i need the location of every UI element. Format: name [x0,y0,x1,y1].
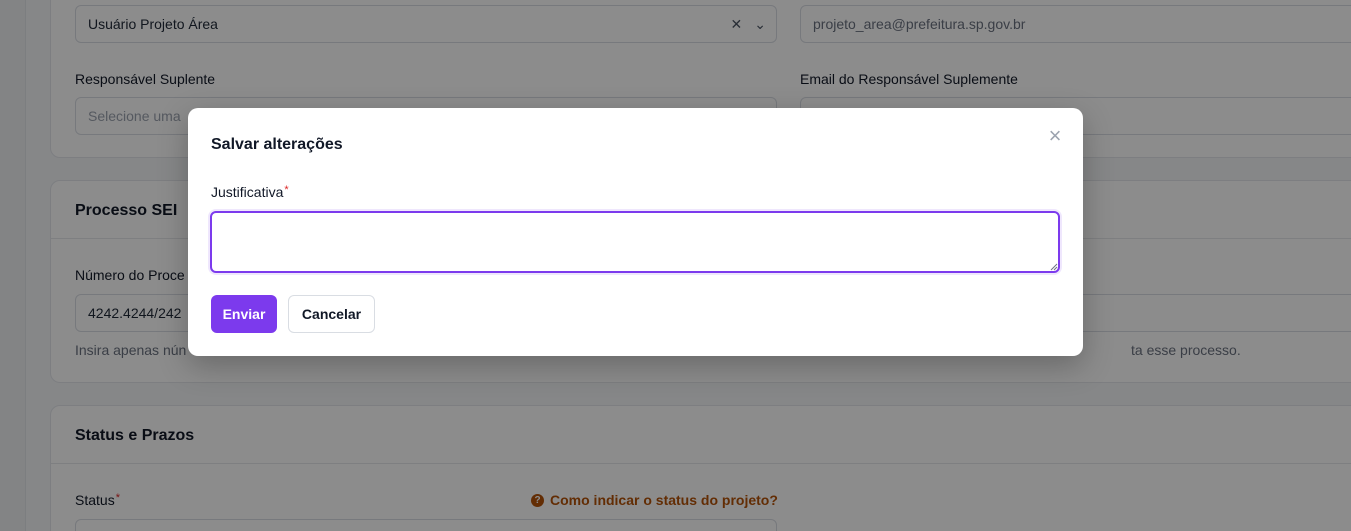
required-mark: * [284,184,289,196]
resize-grip-icon[interactable] [1050,263,1058,271]
enviar-button[interactable]: Enviar [211,295,277,333]
justificativa-textarea[interactable] [210,211,1060,273]
justificativa-label-text: Justificativa [211,184,284,200]
close-icon[interactable]: × [1045,125,1065,147]
salvar-alteracoes-dialog: Salvar alterações × Justificativa* Envia… [188,108,1083,356]
dialog-title: Salvar alterações [211,136,343,153]
cancelar-button[interactable]: Cancelar [288,295,375,333]
justificativa-label: Justificativa* [211,184,289,200]
